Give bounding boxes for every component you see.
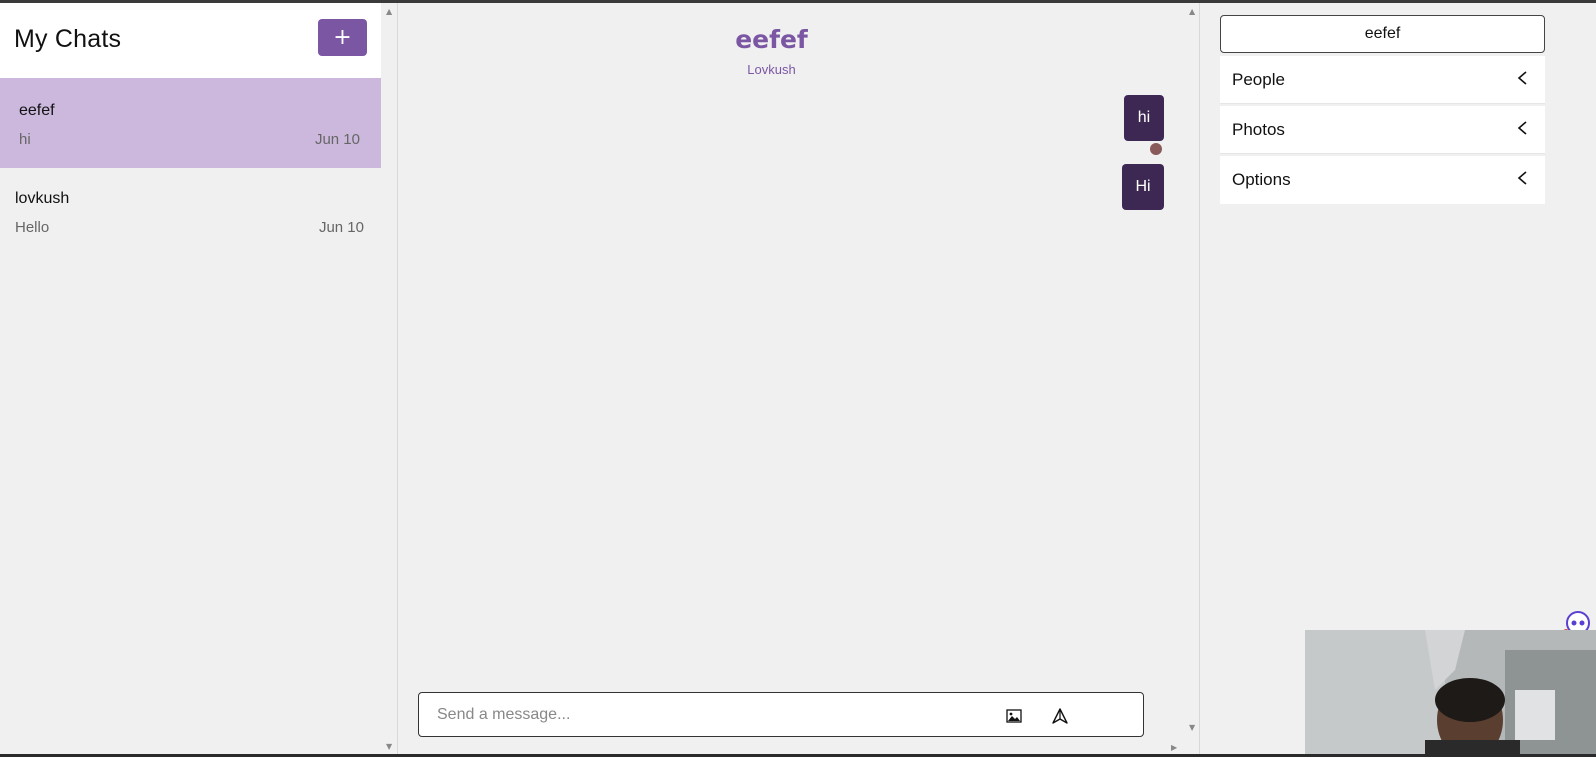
chevron-left-icon: [1517, 71, 1527, 85]
message-bubble: Hi: [1122, 164, 1164, 210]
chevron-left-icon: [1517, 171, 1527, 185]
section-label: People: [1232, 70, 1285, 89]
chat-name: eefef: [19, 102, 55, 119]
send-icon[interactable]: [1049, 705, 1071, 727]
sender-avatar: [1150, 143, 1162, 155]
message-input-box: [418, 692, 1144, 737]
conversation-subtitle: Lovkush: [747, 62, 796, 77]
section-label: Photos: [1232, 120, 1285, 139]
chat-list-panel: My Chats + eefef hi Jun 10 lovkush Hello…: [0, 3, 398, 754]
section-photos[interactable]: Photos: [1220, 106, 1545, 154]
chat-list-title: My Chats: [14, 25, 122, 53]
scroll-down-arrow[interactable]: ▼: [1189, 723, 1195, 732]
scroll-right-arrow[interactable]: ▶: [1171, 743, 1177, 752]
message-bubble: hi: [1124, 95, 1164, 141]
chat-list-header: My Chats +: [0, 3, 381, 78]
section-options[interactable]: Options: [1220, 156, 1545, 204]
message-input[interactable]: [437, 703, 977, 727]
chat-date: Jun 10: [318, 219, 364, 236]
image-icon[interactable]: [1003, 705, 1025, 727]
chat-list-item[interactable]: eefef hi Jun 10: [0, 78, 381, 168]
chevron-left-icon: [1517, 121, 1527, 135]
section-label: Options: [1232, 170, 1291, 189]
conversation-panel: eefef Lovkush hi Hi ▲ ▼ ▶: [399, 3, 1200, 754]
section-people[interactable]: People: [1220, 56, 1545, 104]
conversation-title: eefef: [735, 25, 808, 54]
new-group-chat-button[interactable]: +: [318, 19, 367, 56]
scroll-up-arrow[interactable]: ▲: [1189, 7, 1195, 16]
chat-name-field[interactable]: eefef: [1220, 15, 1545, 53]
chat-last-message: Hello: [15, 219, 50, 236]
chat-date: Jun 10: [314, 131, 360, 148]
scroll-up-arrow[interactable]: ▲: [386, 7, 392, 16]
webcam-preview: [1305, 630, 1596, 757]
chat-list-item[interactable]: lovkush Hello Jun 10: [0, 166, 381, 256]
scroll-down-arrow[interactable]: ▼: [386, 742, 392, 751]
chat-name: lovkush: [15, 190, 70, 207]
chat-last-message: hi: [19, 131, 31, 148]
